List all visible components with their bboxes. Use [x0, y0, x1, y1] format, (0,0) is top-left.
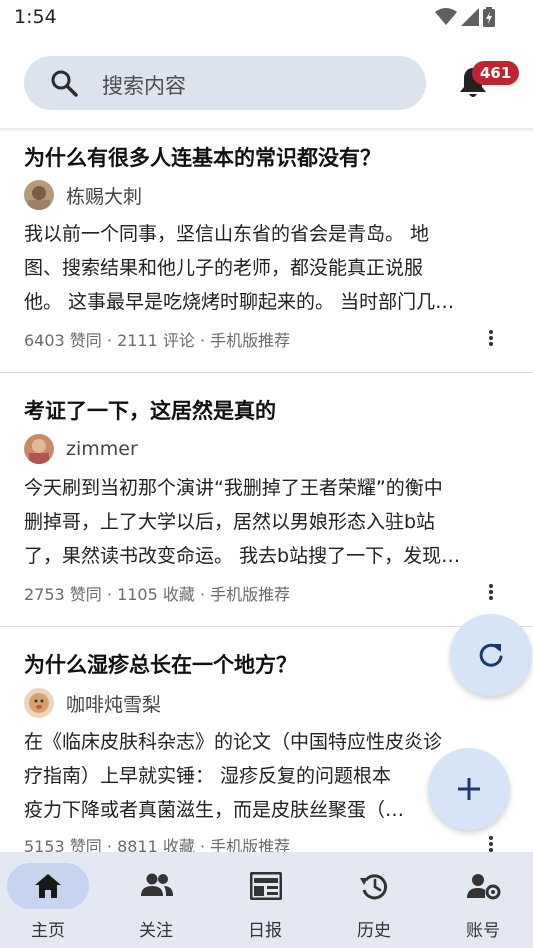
author-name: 栋赐大刺: [66, 185, 143, 208]
people-icon: [141, 873, 173, 896]
home-icon: [35, 874, 61, 898]
app-header: 搜索内容 461: [0, 36, 533, 132]
card-meta: 2753 赞同 · 1105 收藏 · 手机版推荐: [24, 585, 291, 604]
status-time: 1:54: [14, 6, 57, 28]
nav-item-history[interactable]: 历史: [320, 852, 428, 948]
search-icon: [51, 70, 78, 97]
add-button[interactable]: [428, 748, 510, 830]
nav-label: 账号: [466, 921, 500, 941]
card-meta: 5153 赞同 · 8811 收藏 · 手机版推荐: [24, 837, 291, 852]
author-row[interactable]: 栋赐大刺: [24, 180, 142, 210]
refresh-button[interactable]: [450, 614, 532, 696]
author-name: zimmer: [66, 438, 138, 460]
battery-icon: [483, 7, 495, 27]
feed-list[interactable]: 为什么有很多人连基本的常识都没有？ 栋赐大刺 我以前一个同事，坚信山东省的省会是…: [0, 132, 533, 852]
refresh-icon: [479, 643, 503, 667]
card-title[interactable]: 为什么有很多人连基本的常识都没有？: [24, 142, 381, 172]
search-placeholder: 搜索内容: [102, 74, 186, 98]
author-row[interactable]: zimmer: [24, 434, 138, 464]
status-bar: 1:54: [0, 0, 533, 36]
wifi-icon: [435, 8, 457, 25]
author-row[interactable]: 咖啡炖雪梨: [24, 688, 161, 718]
signal-icon: [461, 8, 479, 26]
author-name: 咖啡炖雪梨: [66, 693, 162, 716]
more-options-icon[interactable]: [488, 329, 494, 347]
avatar: [24, 180, 54, 210]
newspaper-icon: [250, 872, 282, 900]
nav-item-account[interactable]: 账号: [429, 852, 533, 948]
nav-label: 日报: [248, 921, 282, 941]
more-options-icon[interactable]: [488, 835, 494, 852]
feed-card[interactable]: 考证了一下，这居然是真的 zimmer 今天刷到当初那个演讲“我删掉了王者荣耀”…: [0, 373, 533, 627]
card-excerpt[interactable]: 今天刷到当初那个演讲“我删掉了王者荣耀”的衡中 删掉哥，上了大学以后，居然以男娘…: [24, 471, 504, 573]
search-input[interactable]: 搜索内容: [24, 56, 426, 110]
card-meta: 6403 赞同 · 2111 评论 · 手机版推荐: [24, 331, 291, 350]
more-options-icon[interactable]: [488, 583, 494, 601]
add-icon: [458, 778, 480, 800]
bottom-navigation: 主页 关注 日报 历史 账号: [0, 852, 533, 948]
nav-item-following[interactable]: 关注: [102, 852, 210, 948]
avatar: [24, 434, 54, 464]
avatar: [24, 688, 54, 718]
nav-label: 主页: [31, 921, 65, 941]
nav-item-home[interactable]: 主页: [0, 852, 108, 948]
nav-label: 关注: [139, 921, 173, 941]
notification-badge: 461: [472, 61, 520, 85]
nav-item-daily[interactable]: 日报: [211, 852, 319, 948]
card-title[interactable]: 为什么湿疹总长在一个地方？: [24, 649, 297, 679]
card-title[interactable]: 考证了一下，这居然是真的: [24, 395, 276, 425]
account-settings-icon: [467, 874, 501, 900]
nav-label: 历史: [357, 921, 391, 941]
feed-card[interactable]: 为什么有很多人连基本的常识都没有？ 栋赐大刺 我以前一个同事，坚信山东省的省会是…: [0, 132, 533, 372]
card-excerpt[interactable]: 我以前一个同事，坚信山东省的省会是青岛。 地 图、搜索结果和他儿子的老师，都没能…: [24, 217, 504, 319]
history-icon: [360, 874, 388, 900]
